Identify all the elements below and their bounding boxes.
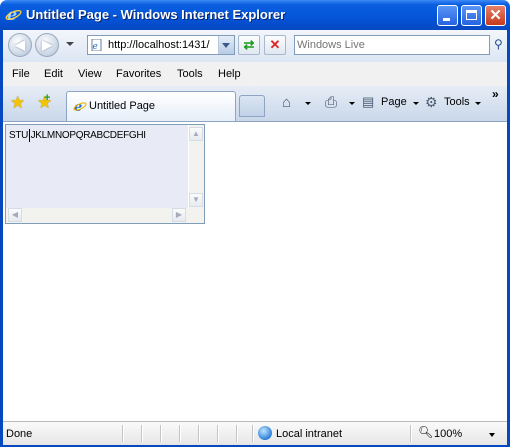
address-bar-row: ◀ ▶ e http://localhost:1431/ ⇄ ✕ ⚲: [3, 30, 507, 62]
search-input[interactable]: [297, 38, 485, 52]
search-icon[interactable]: ⚲: [494, 37, 508, 53]
add-favorites-icon[interactable]: ★ +: [37, 92, 52, 113]
status-separator: [141, 425, 143, 442]
menu-bar: File Edit View Favorites Tools Help: [3, 62, 507, 87]
scroll-up-icon[interactable]: ▲: [189, 127, 203, 141]
status-separator: [122, 425, 124, 442]
status-separator: [179, 425, 181, 442]
favorites-star-icon[interactable]: ★: [10, 93, 25, 113]
scrollbar-corner: [189, 208, 204, 223]
new-tab-button[interactable]: [239, 95, 265, 117]
forward-button[interactable]: ▶: [35, 33, 59, 57]
title-bar[interactable]: e Untitled Page - Windows Internet Explo…: [0, 0, 510, 30]
text-area[interactable]: STUIJKLMNOPQRABCDEFGHI ▲ ▼ ◀ ▶: [5, 124, 205, 224]
tab-untitled-page[interactable]: e Untitled Page: [66, 91, 236, 121]
browser-window: e Untitled Page - Windows Internet Explo…: [0, 0, 510, 447]
vertical-scrollbar[interactable]: ▲ ▼: [188, 125, 204, 208]
stop-button[interactable]: ✕: [264, 35, 286, 55]
page-content: STUIJKLMNOPQRABCDEFGHI ▲ ▼ ◀ ▶: [3, 122, 507, 421]
status-text: Done: [6, 428, 33, 440]
forward-arrow-icon: ▶: [42, 37, 52, 52]
minimize-button[interactable]: [437, 5, 458, 26]
address-dropdown-icon[interactable]: [218, 36, 234, 54]
window-title: Untitled Page - Windows Internet Explore…: [26, 7, 286, 22]
toolbar-overflow-icon[interactable]: »: [492, 87, 499, 101]
refresh-button[interactable]: ⇄: [238, 35, 260, 55]
zoom-level[interactable]: 100%: [434, 428, 462, 440]
text-caret: [29, 129, 30, 142]
maximize-icon: [466, 10, 477, 20]
menu-view[interactable]: View: [78, 68, 102, 80]
page-dropdown-icon[interactable]: [413, 102, 419, 105]
home-icon[interactable]: ⌂: [282, 94, 291, 111]
scroll-down-icon[interactable]: ▼: [189, 193, 203, 207]
print-icon[interactable]: ⎙: [325, 94, 337, 111]
menu-file[interactable]: File: [12, 68, 30, 80]
back-button[interactable]: ◀: [8, 33, 32, 57]
home-dropdown-icon[interactable]: [305, 102, 311, 105]
status-separator: [252, 425, 254, 442]
security-zone-label: Local intranet: [276, 428, 343, 440]
tools-menu-label[interactable]: Tools: [444, 96, 470, 108]
back-arrow-icon: ◀: [15, 37, 25, 52]
svg-text:e: e: [93, 42, 98, 51]
page-menu-label[interactable]: Page: [381, 96, 407, 108]
menu-tools[interactable]: Tools: [177, 68, 203, 80]
recent-pages-dropdown-icon[interactable]: [66, 42, 74, 46]
tab-label: Untitled Page: [89, 100, 156, 112]
search-field[interactable]: [294, 35, 490, 55]
minimize-icon: [443, 18, 450, 21]
address-field[interactable]: e http://localhost:1431/: [87, 35, 235, 55]
menu-favorites[interactable]: Favorites: [116, 68, 161, 80]
menu-help[interactable]: Help: [218, 68, 241, 80]
status-bar: Done Local intranet 🔍︎ 100%: [3, 421, 507, 445]
zoom-dropdown-icon[interactable]: [489, 433, 495, 437]
zoom-magnifier-icon[interactable]: 🔍︎: [418, 425, 433, 439]
page-menu-icon[interactable]: ▤: [362, 94, 374, 110]
scroll-left-icon[interactable]: ◀: [8, 208, 22, 222]
menu-edit[interactable]: Edit: [44, 68, 63, 80]
status-separator: [410, 425, 412, 442]
gear-icon[interactable]: ⚙: [425, 94, 438, 111]
status-separator: [236, 425, 238, 442]
maximize-button[interactable]: [461, 5, 482, 26]
tools-dropdown-icon[interactable]: [475, 102, 481, 105]
scroll-right-icon[interactable]: ▶: [172, 208, 186, 222]
globe-icon: [258, 426, 272, 440]
status-separator: [217, 425, 219, 442]
close-button[interactable]: ✕: [485, 5, 506, 26]
address-url: http://localhost:1431/: [108, 39, 210, 51]
horizontal-scrollbar[interactable]: ◀ ▶: [6, 208, 189, 223]
tab-toolbar-row: ★ ★ + e Untitled Page ⌂ ⎙ ▤ Page ⚙ Tools …: [3, 86, 507, 122]
print-dropdown-icon[interactable]: [349, 102, 355, 105]
close-icon: ✕: [489, 7, 502, 24]
ie-page-icon: e: [73, 100, 87, 113]
page-icon: e: [91, 39, 102, 51]
ie-logo-icon: e: [5, 6, 22, 23]
status-separator: [198, 425, 200, 442]
status-separator: [160, 425, 162, 442]
